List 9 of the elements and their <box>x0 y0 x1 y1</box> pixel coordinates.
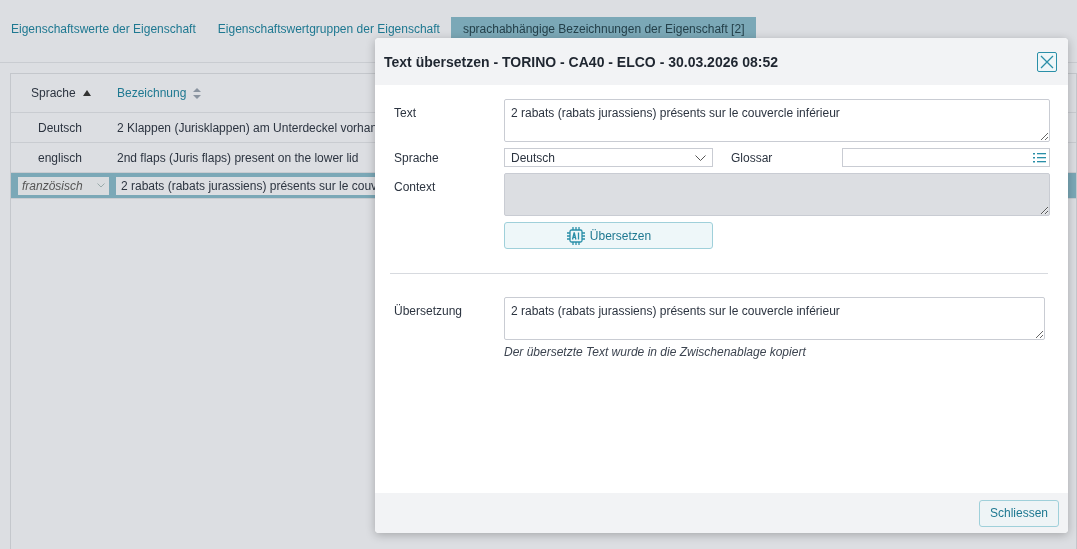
field-label: Übersetzung <box>394 303 464 318</box>
field-label: Sprache <box>394 150 440 165</box>
table-cell: 2nd flaps (Juris flaps) present on the lower lid <box>117 150 359 165</box>
table-cell-text: englisch <box>37 150 84 165</box>
table-cell-text: Deutsch <box>37 120 84 135</box>
field-label: Text <box>394 105 417 120</box>
clipboard-note: Der übersetzte Text wurde in die Zwischenablage kopiert <box>504 345 806 359</box>
dialog-title: Text übersetzen - TORINO - CA40 - ELCO - 30.03.2026 08:52 <box>384 53 778 70</box>
field-label: Glossar <box>730 150 774 165</box>
